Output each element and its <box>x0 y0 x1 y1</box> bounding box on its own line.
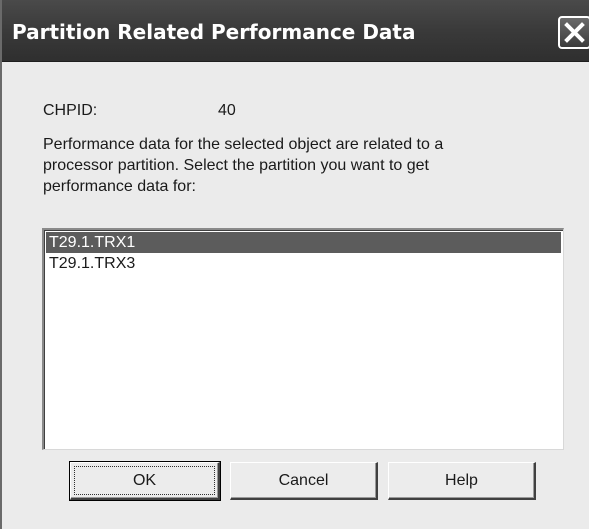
cancel-button-label: Cancel <box>278 472 329 489</box>
partition-listbox[interactable]: T29.1.TRX1 T29.1.TRX3 <box>42 228 564 450</box>
chpid-value: 40 <box>218 102 236 119</box>
cancel-button[interactable]: Cancel <box>230 462 378 500</box>
partition-performance-dialog: Partition Related Performance Data CHPID… <box>0 0 589 529</box>
window-title: Partition Related Performance Data <box>12 20 416 44</box>
chpid-label: CHPID: <box>43 102 98 119</box>
title-bar[interactable]: Partition Related Performance Data <box>2 0 589 62</box>
list-item-partition-1[interactable]: T29.1.TRX1 <box>46 232 561 253</box>
ok-button[interactable]: OK <box>69 461 221 501</box>
ok-button-label: OK <box>132 472 157 489</box>
description-line-1: Performance data for the selected object… <box>43 136 444 153</box>
description-line-3: performance data for: <box>43 178 196 195</box>
close-icon <box>564 22 585 43</box>
description-line-2: processor partition. Select the partitio… <box>43 157 429 174</box>
close-button[interactable] <box>558 16 589 49</box>
help-button-label: Help <box>445 472 478 489</box>
list-item-partition-2[interactable]: T29.1.TRX3 <box>46 253 561 274</box>
description-text: Performance data for the selected object… <box>43 134 563 197</box>
help-button[interactable]: Help <box>388 462 536 500</box>
